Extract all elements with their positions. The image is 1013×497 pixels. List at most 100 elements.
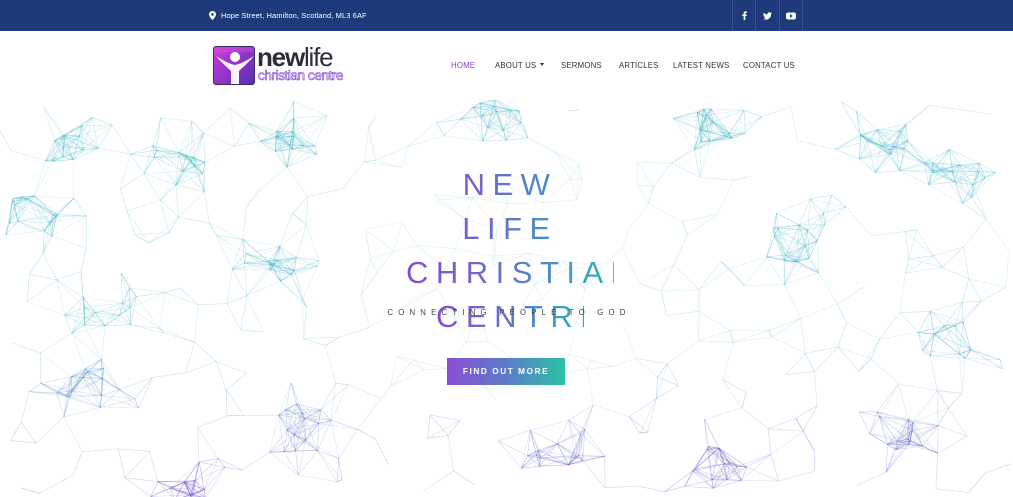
network-line — [741, 480, 779, 482]
twitter-link[interactable] — [755, 0, 779, 31]
network-line — [337, 458, 339, 482]
network-line — [368, 126, 376, 161]
network-line — [318, 423, 358, 430]
network-line — [870, 358, 899, 385]
network-line — [498, 440, 528, 457]
nav-item-contact-us[interactable]: CONTACT US — [743, 31, 795, 100]
network-line — [568, 109, 580, 112]
network-line — [368, 116, 376, 127]
network-line — [63, 407, 101, 418]
network-line — [101, 359, 120, 390]
network-line — [390, 356, 398, 386]
network-line — [520, 430, 531, 469]
nav-item-about-us[interactable]: ABOUT US — [495, 31, 545, 100]
network-line — [303, 338, 326, 346]
network-line — [557, 420, 570, 444]
network-line — [320, 383, 336, 410]
hero-tagline: CONNECTING PEOPLE TO GOD — [387, 308, 631, 317]
network-line — [56, 368, 86, 394]
nav-item-home[interactable]: HOME — [451, 31, 475, 100]
network-line — [443, 118, 461, 136]
network-line — [698, 340, 734, 343]
map-pin-icon — [209, 11, 216, 20]
network-line — [390, 369, 425, 386]
network-line — [520, 122, 529, 139]
top-bar: Hope Street, Hamilton, Scotland, ML3 6AF — [0, 0, 1013, 31]
network-line — [436, 122, 445, 136]
network-line — [587, 366, 614, 370]
network-line — [100, 407, 139, 409]
network-line — [194, 341, 217, 362]
network-line — [797, 140, 836, 150]
network-line — [447, 420, 460, 436]
network-line — [226, 390, 228, 416]
network-line — [277, 101, 294, 137]
network-line — [364, 126, 370, 163]
network-line — [194, 458, 219, 481]
network-line — [937, 407, 949, 426]
network-line — [453, 470, 476, 486]
network-line — [937, 425, 967, 437]
network-line — [835, 135, 861, 150]
network-line — [518, 111, 529, 138]
site-logo[interactable]: newlife christian centre — [213, 43, 355, 86]
network-line — [331, 383, 336, 421]
network-line — [185, 361, 217, 374]
network-line — [226, 390, 245, 416]
logo-person-icon — [213, 46, 255, 85]
network-line — [885, 449, 897, 473]
network-line — [527, 137, 556, 153]
network-line — [635, 358, 668, 364]
network-line — [840, 101, 857, 112]
network-line — [20, 391, 30, 423]
network-line — [118, 448, 126, 478]
network-line — [325, 345, 336, 384]
network-line — [191, 120, 204, 134]
network-line — [357, 428, 376, 440]
network-line — [804, 353, 815, 372]
network-line — [335, 383, 349, 385]
youtube-link[interactable] — [779, 0, 803, 31]
facebook-link[interactable] — [732, 0, 756, 31]
network-line — [741, 392, 747, 408]
network-line — [770, 430, 804, 455]
network-line — [197, 427, 200, 463]
network-line — [790, 106, 798, 141]
network-line — [396, 356, 414, 361]
network-line — [331, 384, 349, 421]
network-line — [483, 385, 497, 400]
network-line — [298, 450, 318, 476]
address-text: Hope Street, Hamilton, Scotland, ML3 6AF — [221, 11, 367, 20]
network-line — [741, 407, 769, 430]
network-line — [20, 487, 40, 494]
network-line — [444, 135, 483, 142]
network-line — [303, 115, 328, 147]
network-line — [530, 419, 569, 431]
network-line — [582, 460, 606, 488]
network-line — [248, 123, 276, 152]
network-line — [216, 361, 247, 374]
network-line — [43, 106, 55, 141]
network-line — [390, 359, 414, 386]
nav-item-articles[interactable]: ARTICLES — [619, 31, 659, 100]
network-line — [98, 147, 131, 155]
network-line — [229, 107, 235, 147]
network-line — [293, 117, 316, 147]
network-line — [555, 152, 579, 164]
nav-item-sermons[interactable]: SERMONS — [561, 31, 602, 100]
network-line — [124, 451, 150, 479]
network-line — [191, 120, 195, 158]
network-line — [587, 360, 592, 369]
find-out-more-button[interactable]: FIND OUT MORE — [447, 358, 565, 385]
network-line — [929, 355, 938, 391]
network-line — [215, 361, 227, 391]
caret-down-icon — [540, 63, 545, 66]
network-line — [587, 368, 594, 406]
nav-item-latest-news[interactable]: LATEST NEWS — [673, 31, 730, 100]
network-line — [569, 353, 588, 370]
network-line — [199, 458, 219, 463]
network-line — [657, 363, 668, 378]
network-line — [118, 448, 150, 452]
network-line — [160, 117, 192, 122]
network-line — [936, 390, 949, 409]
